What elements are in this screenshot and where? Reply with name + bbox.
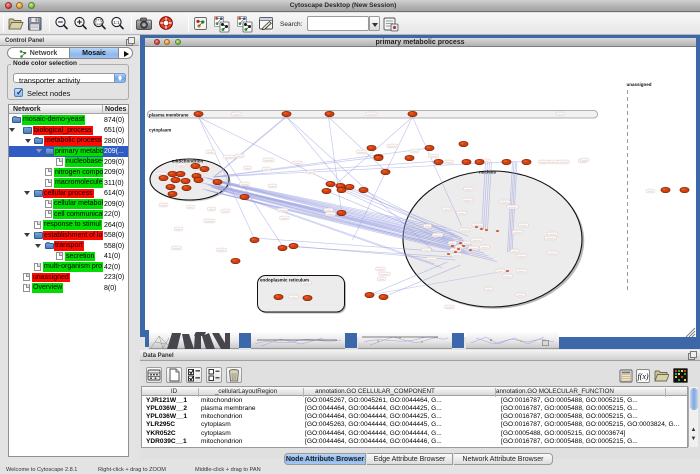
svg-text:plasma membrane: plasma membrane — [149, 112, 189, 117]
svg-text:nucleus: nucleus — [478, 170, 496, 175]
svg-text:1:1: 1:1 — [113, 20, 120, 25]
svg-text:cytoplasm: cytoplasm — [149, 128, 171, 133]
svg-text:mitochondrion: mitochondrion — [171, 159, 203, 164]
svg-text:endoplasmic reticulum: endoplasmic reticulum — [260, 278, 309, 283]
svg-text:unassigned: unassigned — [626, 82, 651, 87]
